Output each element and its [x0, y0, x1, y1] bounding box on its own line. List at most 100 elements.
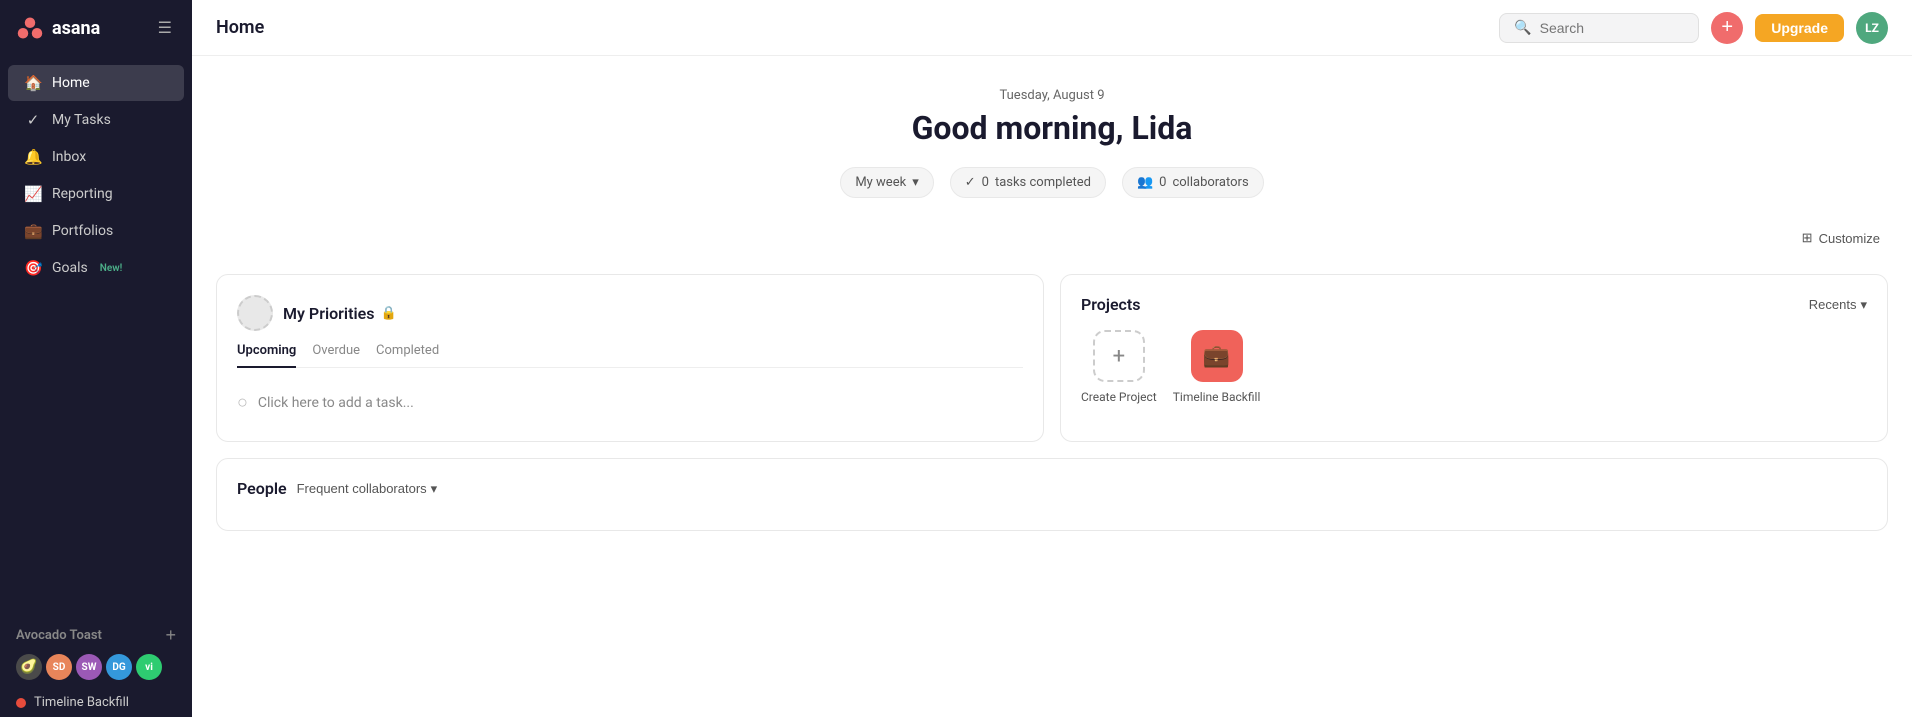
my-week-pill[interactable]: My week ▾ — [840, 167, 933, 198]
sidebar: asana ☰ 🏠 Home ✓ My Tasks 🔔 Inbox 📈 Repo… — [0, 0, 192, 717]
tab-upcoming[interactable]: Upcoming — [237, 343, 296, 368]
people-icon: 👥 — [1137, 175, 1153, 190]
hero-section: Tuesday, August 9 Good morning, Lida My … — [192, 56, 1912, 226]
add-team-button[interactable]: + — [165, 626, 176, 644]
timeline-backfill-icon: 💼 — [1191, 330, 1243, 382]
avatar-3[interactable]: DG — [106, 654, 132, 680]
chevron-down-icon: ▾ — [1860, 297, 1867, 313]
topbar: Home 🔍 + Upgrade LZ — [192, 0, 1912, 56]
add-task-placeholder: Click here to add a task... — [258, 395, 414, 411]
sidebar-item-my-tasks-label: My Tasks — [52, 112, 111, 128]
avatar-4[interactable]: vi — [136, 654, 162, 680]
asana-logo: asana — [16, 14, 100, 42]
team-section: Avocado Toast + 🥑 SD SW DG vi Timeline B… — [0, 614, 192, 717]
recents-button[interactable]: Recents ▾ — [1809, 297, 1867, 313]
team-avatars: 🥑 SD SW DG vi — [0, 650, 192, 688]
checkmark-icon: ✓ — [965, 175, 976, 190]
chevron-down-icon: ▾ — [431, 481, 438, 497]
sidebar-item-home-label: Home — [52, 75, 90, 91]
tasks-count: 0 — [982, 175, 989, 190]
sidebar-item-reporting[interactable]: 📈 Reporting — [8, 176, 184, 212]
sidebar-item-home[interactable]: 🏠 Home — [8, 65, 184, 101]
page-title: Home — [216, 17, 264, 38]
team-name: Avocado Toast — [16, 628, 102, 643]
home-icon: 🏠 — [24, 74, 42, 92]
customize-button[interactable]: ⊞ Customize — [1794, 226, 1888, 250]
search-icon: 🔍 — [1514, 20, 1531, 36]
tab-overdue[interactable]: Overdue — [312, 343, 360, 368]
chart-icon: 📈 — [24, 185, 42, 203]
sidebar-item-goals[interactable]: 🎯 Goals New! — [8, 250, 184, 286]
projects-header: Projects Recents ▾ — [1081, 295, 1867, 314]
my-priorities-title: My Priorities — [283, 304, 374, 323]
people-header: People Frequent collaborators ▾ — [237, 479, 1867, 498]
sidebar-item-inbox-label: Inbox — [52, 149, 86, 165]
sidebar-nav: 🏠 Home ✓ My Tasks 🔔 Inbox 📈 Reporting 💼 … — [0, 56, 192, 614]
avatar[interactable]: LZ — [1856, 12, 1888, 44]
check-icon: ✓ — [24, 111, 42, 129]
goals-new-badge: New! — [100, 263, 123, 274]
collaborators-pill[interactable]: 👥 0 collaborators — [1122, 167, 1264, 198]
sidebar-header: asana ☰ — [0, 0, 192, 56]
project-dot — [16, 698, 26, 708]
sidebar-item-portfolios-label: Portfolios — [52, 223, 113, 239]
priorities-avatar — [237, 295, 273, 331]
hero-greeting: Good morning, Lida — [216, 109, 1888, 147]
projects-card: Projects Recents ▾ + Create Project 💼 Ti… — [1060, 274, 1888, 442]
target-icon: 🎯 — [24, 259, 42, 277]
main-content: Home 🔍 + Upgrade LZ Tuesday, August 9 Go… — [192, 0, 1912, 717]
recents-label: Recents — [1809, 297, 1857, 312]
people-row: People Frequent collaborators ▾ — [216, 458, 1888, 531]
tasks-completed-pill[interactable]: ✓ 0 tasks completed — [950, 167, 1106, 198]
add-task-row[interactable]: ○ Click here to add a task... — [237, 384, 1023, 421]
sidebar-item-reporting-label: Reporting — [52, 186, 113, 202]
add-button[interactable]: + — [1711, 12, 1743, 44]
circle-check-icon: ○ — [237, 392, 248, 413]
sidebar-item-inbox[interactable]: 🔔 Inbox — [8, 139, 184, 175]
projects-grid: + Create Project 💼 Timeline Backfill — [1081, 330, 1867, 404]
create-project-card[interactable]: + Create Project — [1081, 330, 1157, 404]
main-row: My Priorities 🔒 Upcoming Overdue Complet… — [216, 274, 1888, 442]
sidebar-toggle-button[interactable]: ☰ — [154, 14, 176, 42]
briefcase-icon: 💼 — [24, 222, 42, 240]
sidebar-item-goals-label: Goals — [52, 260, 88, 276]
collaborators-count: 0 — [1159, 175, 1166, 190]
timeline-backfill-name: Timeline Backfill — [1173, 390, 1261, 404]
content-area: My Priorities 🔒 Upcoming Overdue Complet… — [192, 258, 1912, 717]
projects-title: Projects — [1081, 295, 1141, 314]
timeline-backfill-card[interactable]: 💼 Timeline Backfill — [1173, 330, 1261, 404]
my-week-label: My week — [855, 175, 906, 190]
search-input[interactable] — [1540, 20, 1685, 36]
team-section-header: Avocado Toast + — [0, 614, 192, 650]
customize-icon: ⊞ — [1802, 230, 1813, 246]
people-title: People — [237, 479, 287, 498]
collaborators-label: collaborators — [1172, 175, 1248, 190]
sidebar-item-portfolios[interactable]: 💼 Portfolios — [8, 213, 184, 249]
hero-date: Tuesday, August 9 — [216, 88, 1888, 103]
card-header: My Priorities 🔒 — [237, 295, 1023, 331]
project-name: Timeline Backfill — [34, 695, 129, 710]
priorities-tabs: Upcoming Overdue Completed — [237, 343, 1023, 368]
avatar-2[interactable]: SW — [76, 654, 102, 680]
frequent-collaborators-button[interactable]: Frequent collaborators ▾ — [297, 481, 438, 497]
tasks-label: tasks completed — [995, 175, 1091, 190]
avatar-0[interactable]: 🥑 — [16, 654, 42, 680]
bell-icon: 🔔 — [24, 148, 42, 166]
logo-text: asana — [52, 18, 100, 39]
upgrade-button[interactable]: Upgrade — [1755, 14, 1844, 42]
tab-completed[interactable]: Completed — [376, 343, 439, 368]
create-project-icon: + — [1093, 330, 1145, 382]
lock-icon: 🔒 — [380, 306, 396, 321]
create-project-label: Create Project — [1081, 390, 1157, 404]
people-card: People Frequent collaborators ▾ — [216, 458, 1888, 531]
avatar-1[interactable]: SD — [46, 654, 72, 680]
chevron-down-icon: ▾ — [912, 175, 919, 190]
project-item-timeline-backfill[interactable]: Timeline Backfill — [0, 688, 192, 717]
customize-label: Customize — [1819, 231, 1880, 246]
freq-collab-label: Frequent collaborators — [297, 481, 427, 496]
card-title: My Priorities 🔒 — [283, 304, 397, 323]
sidebar-item-my-tasks[interactable]: ✓ My Tasks — [8, 102, 184, 138]
customize-row: ⊞ Customize — [192, 226, 1912, 258]
search-bar[interactable]: 🔍 — [1499, 13, 1699, 43]
my-priorities-card: My Priorities 🔒 Upcoming Overdue Complet… — [216, 274, 1044, 442]
